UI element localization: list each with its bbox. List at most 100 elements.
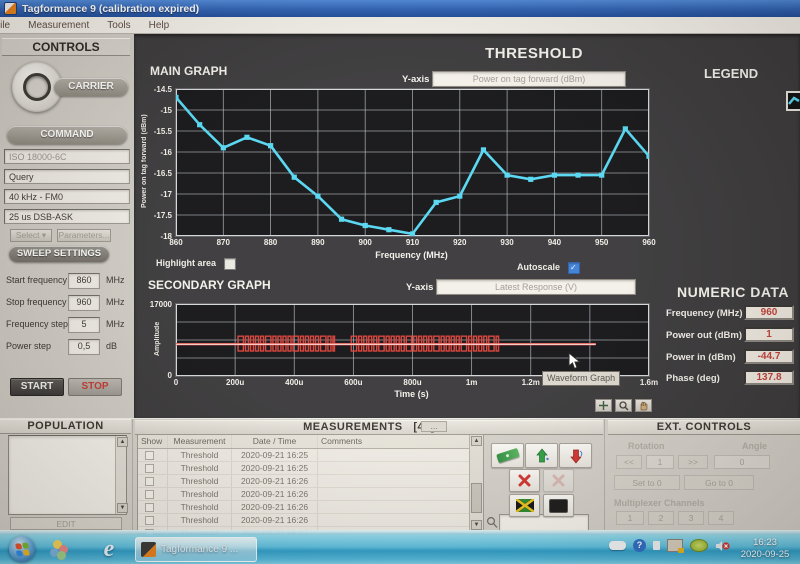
network-tray-icon[interactable]: ? xyxy=(633,539,646,552)
mux-channel-1-button[interactable]: 1 xyxy=(616,511,644,525)
black-screen-icon xyxy=(549,499,568,513)
start-button[interactable]: START xyxy=(10,378,64,396)
go-to-0-button[interactable]: Go to 0 xyxy=(684,475,754,490)
population-scroll-up-icon[interactable]: ▲ xyxy=(117,437,128,447)
measurements-scroll-up-icon[interactable]: ▲ xyxy=(471,436,482,446)
frequency-step-input[interactable]: 5 xyxy=(68,317,100,333)
start-frequency-label: Start frequency xyxy=(6,275,67,285)
power-step-label: Power step xyxy=(6,341,51,351)
population-scrollbar[interactable]: ▲ ▼ xyxy=(115,436,126,514)
legend-plot-icon[interactable] xyxy=(786,91,800,111)
table-row[interactable]: Threshold 2020-09-21 16:26 xyxy=(138,501,483,514)
power-step-unit: dB xyxy=(106,341,117,351)
show-hidden-icons-button[interactable] xyxy=(609,541,626,550)
parameters-button[interactable]: Parameters... xyxy=(57,229,111,242)
import-measurement-button[interactable] xyxy=(525,443,558,468)
zoom-tool-button[interactable] xyxy=(615,399,632,412)
sweep-settings-button[interactable]: SWEEP SETTINGS xyxy=(9,246,109,262)
secondary-yaxis-dropdown[interactable]: Latest Response (V) xyxy=(436,279,636,295)
autoscale-checkbox[interactable] xyxy=(568,262,580,274)
mux-channel-3-button[interactable]: 3 xyxy=(678,511,704,525)
stop-frequency-input[interactable]: 960 xyxy=(68,295,100,311)
rotate-next-button[interactable]: >> xyxy=(678,455,708,469)
main-threshold-chart[interactable]: 860870880890900910920930940950960-14.5-1… xyxy=(175,88,650,237)
search-icon xyxy=(486,516,498,529)
measurements-scrollbar[interactable]: ▲ ▼ xyxy=(469,435,483,531)
blank-display-button[interactable] xyxy=(543,494,574,517)
col-measurement[interactable]: Measurement xyxy=(168,435,232,448)
taskbar-clock[interactable]: 16:23 2020-09-25 xyxy=(734,537,796,561)
main-chart-ylabel: Power on tag forward (dBm) xyxy=(141,88,148,235)
numeric-power-out-value: 1 xyxy=(744,327,794,342)
delete-all-button[interactable] xyxy=(543,469,574,492)
power-step-input[interactable]: 0,5 xyxy=(68,339,100,355)
row-show-checkbox[interactable] xyxy=(145,503,154,512)
power-tray-icon[interactable] xyxy=(653,541,660,550)
row-show-checkbox[interactable] xyxy=(145,464,154,473)
mux-channel-2-button[interactable]: 2 xyxy=(648,511,674,525)
menu-help[interactable]: Help xyxy=(149,20,170,31)
measurements-more-button[interactable]: ... xyxy=(421,421,447,432)
population-listbox[interactable]: ▲ ▼ xyxy=(8,435,127,515)
row-show-checkbox[interactable] xyxy=(145,516,154,525)
table-row[interactable]: Threshold 2020-09-21 16:26 xyxy=(138,514,483,527)
rotate-prev-button[interactable]: << xyxy=(616,455,642,469)
highlight-area-checkbox[interactable] xyxy=(224,258,236,270)
export-measurement-button[interactable] xyxy=(559,443,592,468)
export-image-button[interactable] xyxy=(509,494,540,517)
menu-file[interactable]: File xyxy=(0,20,10,31)
measurements-table-header: Show Measurement Date / Time Comments xyxy=(138,435,483,449)
table-row[interactable]: Threshold 2020-09-21 16:25 xyxy=(138,449,483,462)
select-dropdown[interactable]: Select ▾ xyxy=(10,229,52,242)
col-datetime[interactable]: Date / Time xyxy=(232,435,318,448)
title-bar[interactable]: Tagformance 9 (calibration expired) xyxy=(0,0,800,17)
main-x-tick-label: 960 xyxy=(635,238,663,247)
antivirus-tray-icon[interactable] xyxy=(690,539,708,552)
measurements-table: Show Measurement Date / Time Comments Th… xyxy=(137,434,484,534)
table-row[interactable]: Threshold 2020-09-21 16:25 xyxy=(138,462,483,475)
population-header: POPULATION xyxy=(0,419,131,434)
red-x-icon xyxy=(517,473,532,488)
modulation-field[interactable]: 25 us DSB-ASK xyxy=(4,209,130,224)
menu-tools[interactable]: Tools xyxy=(107,20,130,31)
mux-channel-4-button[interactable]: 4 xyxy=(708,511,734,525)
pan-tool-button[interactable] xyxy=(635,399,652,412)
multiplexer-channels-label: Multiplexer Channels xyxy=(614,498,705,508)
crosshair-tool-button[interactable] xyxy=(595,399,612,412)
screen: Tagformance 9 (calibration expired) File… xyxy=(0,0,800,564)
command-type-field[interactable]: Query xyxy=(4,169,130,184)
start-button[interactable] xyxy=(9,536,35,562)
table-row[interactable]: Threshold 2020-09-21 16:26 xyxy=(138,475,483,488)
menu-measurement[interactable]: Measurement xyxy=(28,20,89,31)
numeric-power-in-value: -44.7 xyxy=(744,349,794,364)
volume-muted-icon[interactable] xyxy=(715,540,730,552)
tagformance-task-button[interactable]: Tagformance 9 ... xyxy=(135,537,257,562)
link-frequency-field[interactable]: 40 kHz - FM0 xyxy=(4,189,130,204)
set-to-0-button[interactable]: Set to 0 xyxy=(614,475,680,490)
col-comments[interactable]: Comments xyxy=(318,435,470,448)
frequency-step-unit: MHz xyxy=(106,319,125,329)
population-scroll-down-icon[interactable]: ▼ xyxy=(117,503,128,513)
protocol-field[interactable]: ISO 18000-6C xyxy=(4,149,130,164)
add-tag-button[interactable] xyxy=(491,443,524,468)
table-row[interactable]: Threshold 2020-09-21 16:26 xyxy=(138,488,483,501)
row-show-checkbox[interactable] xyxy=(145,477,154,486)
action-center-tray-icon[interactable] xyxy=(667,539,683,552)
getting-started-icon[interactable] xyxy=(50,540,70,560)
internet-explorer-icon[interactable]: e xyxy=(96,537,122,562)
col-show[interactable]: Show xyxy=(138,435,168,448)
measurements-scroll-down-icon[interactable]: ▼ xyxy=(471,520,482,530)
start-frequency-input[interactable]: 860 xyxy=(68,273,100,289)
rotation-steps-field[interactable]: 1 xyxy=(646,455,674,469)
angle-field[interactable]: 0 xyxy=(714,455,770,469)
row-show-checkbox[interactable] xyxy=(145,490,154,499)
command-button[interactable]: COMMAND xyxy=(7,126,127,144)
population-edit-button[interactable]: EDIT xyxy=(10,517,122,530)
main-yaxis-dropdown[interactable]: Power on tag forward (dBm) xyxy=(432,71,626,87)
numeric-power-out-label: Power out (dBm) xyxy=(666,330,742,341)
carrier-button[interactable]: CARRIER xyxy=(54,78,128,96)
measurements-scroll-thumb[interactable] xyxy=(471,483,482,513)
row-show-checkbox[interactable] xyxy=(145,451,154,460)
delete-measurement-button[interactable] xyxy=(509,469,540,492)
stop-button[interactable]: STOP xyxy=(68,378,122,396)
